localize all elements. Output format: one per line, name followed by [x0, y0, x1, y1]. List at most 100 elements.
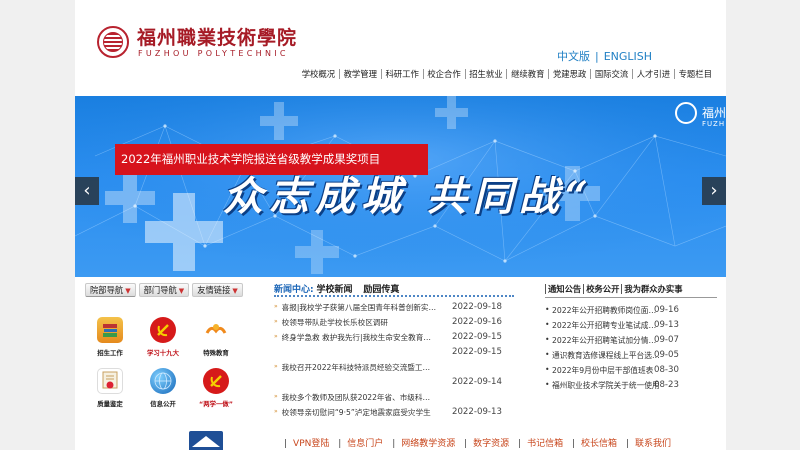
main-nav: 学校概况 教学管理 科研工作 校企合作 招生就业 继续教育 党建思政 国际交流 …	[298, 67, 716, 81]
tab-college-nav[interactable]: 院部导航 ▼	[85, 283, 136, 297]
list-item[interactable]: • 2022年公开招聘教师岗位面试通知 09-16	[545, 305, 717, 317]
nav-item-special-topics[interactable]: 专题栏目	[673, 69, 716, 79]
bullet-icon: •	[545, 320, 552, 329]
banner-slideshow[interactable]: 众志成城 共同战“ 2022年福州职业技术学院报送省级教学成果奖项目 福州 FU…	[75, 96, 726, 277]
tab-liyuan-news[interactable]: 励园传真	[363, 285, 399, 295]
list-item[interactable]: • 2022年公开招聘专业笔试成绩公示 09-13	[545, 320, 717, 332]
nav-item-talent[interactable]: 人才引进	[632, 69, 674, 79]
certificate-icon	[97, 368, 123, 394]
list-item[interactable]: • 2022年公开招聘笔试加分情况公示 09-07	[545, 335, 717, 347]
tab-school-affairs[interactable]: 校务公开	[583, 284, 622, 294]
bullet-icon: •	[545, 350, 552, 359]
mountain-logo-icon[interactable]	[189, 431, 223, 450]
nav-item-admissions[interactable]: 招生就业	[464, 69, 507, 79]
footer-divider: |	[338, 439, 342, 449]
banner-school-logo: 福州 FUZH	[675, 102, 726, 132]
dropdown-arrow-icon: ▼	[125, 287, 131, 295]
news-section-title: 新闻中心:	[274, 285, 314, 295]
footer-divider: |	[284, 439, 288, 449]
header: 福州職業技術學院 FUZHOU POLYTECHNIC 中文版 | ENGLISH …	[75, 0, 726, 95]
nav-item-international[interactable]: 国际交流	[590, 69, 632, 79]
banner-caption[interactable]: 2022年福州职业技术学院报送省级教学成果奖项目	[115, 144, 428, 175]
footer-divider: |	[572, 439, 576, 449]
quick-link-two-studies-one-action[interactable]: “两学一做”	[191, 368, 241, 408]
list-item[interactable]: • 通识教育选修课程线上平台选课通知09-05	[545, 350, 717, 362]
lang-chinese-link[interactable]: 中文版	[557, 50, 590, 63]
tab-public-service[interactable]: 我为群众办实事	[621, 284, 685, 294]
news-date: 2022-09-18	[452, 302, 502, 312]
banner-logo-chinese: 福州	[702, 106, 726, 120]
notice-date: 09-05	[654, 350, 679, 360]
nav-item-continuing-education[interactable]: 继续教育	[506, 69, 548, 79]
notice-tabs: 通知公告 校务公开 我为群众办实事	[545, 283, 717, 298]
school-seal-icon	[675, 102, 697, 124]
bullet-icon: »	[274, 318, 278, 325]
notice-title: 福州职业技术学院关于统一使用	[551, 381, 660, 390]
nav-item-research[interactable]: 科研工作	[380, 69, 423, 79]
bullet-icon: •	[545, 305, 552, 314]
footer-divider: |	[464, 439, 468, 449]
banner-next-arrow-icon[interactable]: ›	[702, 177, 726, 205]
dropdown-arrow-icon: ▼	[178, 287, 185, 295]
footer-divider: |	[625, 439, 629, 449]
list-item[interactable]: » 我校召开2022年科技特派员经验交流暨工作推进会	[274, 362, 514, 374]
footer-link-online-teaching[interactable]: 网络教学资源	[401, 439, 455, 449]
notice-date: 09-07	[654, 335, 679, 345]
notice-date: 09-13	[654, 320, 679, 330]
bullet-icon: »	[274, 408, 278, 415]
logo-english-name: FUZHOU POLYTECHNIC	[138, 49, 289, 58]
language-switcher: 中文版 | ENGLISH	[557, 48, 652, 64]
bullet-icon: •	[545, 365, 552, 374]
party-emblem-icon	[203, 368, 229, 394]
nav-item-school-overview[interactable]: 学校概况	[298, 69, 339, 79]
footer-link-secretary-mailbox[interactable]: 书记信箱	[527, 439, 563, 449]
quick-link-quality-assessment[interactable]: 质量鉴定	[85, 368, 135, 408]
left-nav-tabs: 院部导航 ▼ 部门导航 ▼ 友情链接 ▼	[85, 283, 243, 297]
nav-item-industry-cooperation[interactable]: 校企合作	[422, 69, 465, 79]
notice-title: 2022年9月份中层干部值班表	[551, 366, 654, 375]
lang-english-link[interactable]: ENGLISH	[604, 50, 652, 63]
quick-link-label: 特殊教育	[203, 349, 229, 357]
news-date: 2022-09-15	[452, 332, 502, 342]
nav-item-party-building[interactable]: 党建思政	[548, 69, 590, 79]
footer-links: | VPN登陆 | 信息门户 | 网络教学资源 | 数字资源 | 书记信箱 | 校长信箱 |…	[278, 436, 671, 449]
tab-school-news[interactable]: 学校新闻	[316, 285, 352, 295]
banner-prev-arrow-icon[interactable]: ‹	[75, 177, 99, 205]
quick-link-admissions[interactable]: 招生工作	[85, 317, 135, 357]
footer-links-bar: | VPN登陆 | 信息门户 | 网络教学资源 | 数字资源 | 书记信箱 | 校长信箱 |…	[75, 430, 726, 450]
notice-title: 2022年公开招聘教师岗位面试通知	[551, 306, 662, 315]
quick-link-label: “两学一做”	[199, 400, 233, 408]
notice-date: 08-23	[654, 380, 679, 390]
footer-link-vpn[interactable]: VPN登陆	[293, 439, 329, 449]
news-date: 2022-09-16	[452, 317, 502, 327]
notice-date: 09-16	[654, 305, 679, 315]
quick-link-study-19th-congress[interactable]: 学习十九大	[138, 317, 188, 357]
quick-link-information-disclosure[interactable]: 信息公开	[138, 368, 188, 408]
quick-link-label: 学习十九大	[147, 349, 179, 357]
nav-item-teaching-management[interactable]: 教学管理	[338, 69, 381, 79]
tab-friendly-links[interactable]: 友情链接 ▼	[192, 283, 243, 297]
notice-title: 2022年公开招聘笔试加分情况公示	[551, 336, 662, 345]
list-item[interactable]: »我校多个教师及团队获2022年省、市级科技特派员表彰	[274, 392, 514, 404]
site-logo[interactable]: 福州職業技術學院 FUZHOU POLYTECHNIC	[97, 24, 297, 64]
page: 福州職業技術學院 FUZHOU POLYTECHNIC 中文版 | ENGLISH …	[75, 0, 726, 450]
list-item[interactable]: • 福州职业技术学院关于统一使用 08-23	[545, 380, 717, 392]
school-seal-icon	[97, 26, 129, 58]
tab-label: 友情链接	[197, 285, 231, 295]
footer-link-portal[interactable]: 信息门户	[347, 439, 383, 449]
quick-link-label: 质量鉴定	[97, 400, 123, 408]
bullet-icon: •	[545, 380, 552, 389]
notice-title: 2022年公开招聘专业笔试成绩公示	[551, 321, 662, 330]
footer-link-president-mailbox[interactable]: 校长信箱	[581, 439, 617, 449]
list-item[interactable]: • 2022年9月份中层干部值班表 08-30	[545, 365, 717, 377]
tab-notices[interactable]: 通知公告	[545, 284, 584, 294]
tab-label: 院部导航	[90, 285, 124, 295]
hands-icon	[203, 317, 229, 343]
news-title: 我校多个教师及团队获2022年省、市级科技特派员表彰	[281, 393, 437, 402]
quick-link-special-education[interactable]: 特殊教育	[191, 317, 241, 357]
party-emblem-icon	[150, 317, 176, 343]
banner-logo-english: FUZH	[702, 120, 726, 128]
footer-link-contact[interactable]: 联系我们	[635, 439, 671, 449]
footer-link-digital-resources[interactable]: 数字资源	[473, 439, 509, 449]
tab-department-nav[interactable]: 部门导航 ▼	[138, 283, 190, 297]
